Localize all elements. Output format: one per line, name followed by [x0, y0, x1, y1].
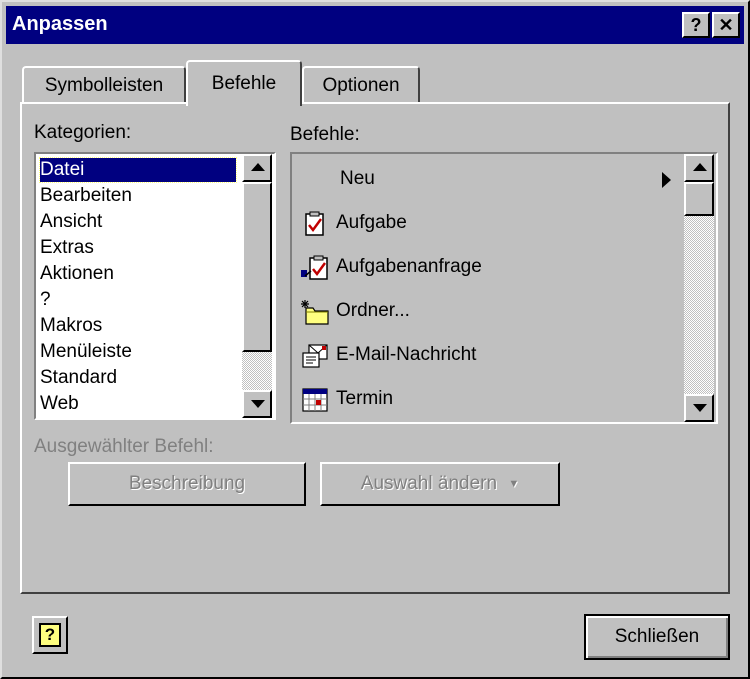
selected-command-label: Ausgewählter Befehl:: [34, 436, 214, 457]
command-item-aufgabe[interactable]: Aufgabe: [298, 204, 678, 244]
command-item-neu[interactable]: Neu: [298, 160, 678, 200]
close-dialog-button-label: Schließen: [614, 626, 700, 647]
command-label: Neu: [340, 168, 375, 189]
command-item-aufgabenanfrage[interactable]: Aufgabenanfrage: [298, 248, 678, 288]
window-title: Anpassen: [12, 13, 108, 35]
customize-dialog: Anpassen ? ✕ Symbolleisten Optionen Befe…: [0, 0, 750, 679]
list-item[interactable]: Ansicht: [40, 210, 102, 234]
command-item-termin[interactable]: Termin: [298, 380, 678, 420]
close-dialog-button[interactable]: Schließen: [584, 614, 730, 660]
commands-label: Befehle:: [290, 124, 360, 145]
chevron-down-icon: ▼: [508, 478, 520, 490]
calendar-icon: [302, 388, 328, 412]
close-button[interactable]: ✕: [712, 12, 740, 38]
tab-symbolleisten-label: Symbolleisten: [44, 75, 164, 96]
command-item-ordner[interactable]: Ordner...: [298, 292, 678, 332]
command-label: Aufgabe: [336, 212, 407, 233]
list-item[interactable]: Makros: [40, 314, 102, 338]
categories-scroll-up-button[interactable]: [242, 154, 272, 182]
list-item[interactable]: Web: [40, 392, 79, 416]
tab-befehle-label: Befehle: [211, 73, 277, 94]
description-button-label: Beschreibung: [128, 473, 246, 494]
help-icon: ?: [39, 623, 61, 647]
list-item[interactable]: Bearbeiten: [40, 184, 132, 208]
command-label: E-Mail-Nachricht: [336, 344, 477, 365]
list-item[interactable]: ?: [40, 288, 51, 312]
arrow-down-icon: [251, 400, 265, 408]
tab-befehle[interactable]: Befehle: [186, 60, 302, 106]
close-icon: ✕: [718, 15, 734, 35]
list-item[interactable]: Extras: [40, 236, 94, 260]
command-label: Termin: [336, 388, 394, 409]
list-item[interactable]: Menüleiste: [40, 340, 132, 364]
list-item[interactable]: Aktionen: [40, 262, 114, 286]
tab-optionen[interactable]: Optionen: [302, 66, 420, 104]
new-folder-icon: [301, 300, 329, 325]
command-item-email[interactable]: E-Mail-Nachricht: [298, 336, 678, 376]
modify-selection-button[interactable]: Auswahl ändern ▼: [320, 462, 560, 506]
list-item[interactable]: Standard: [40, 366, 117, 390]
arrow-up-icon: [693, 163, 707, 171]
commands-scroll-down-button[interactable]: [684, 394, 714, 422]
arrow-down-icon: [693, 404, 707, 412]
commands-scroll-up-button[interactable]: [684, 154, 714, 182]
title-bar[interactable]: Anpassen ? ✕: [6, 6, 744, 44]
tab-symbolleisten[interactable]: Symbolleisten: [22, 66, 186, 104]
categories-listbox[interactable]: Datei Bearbeiten Ansicht Extras Aktionen…: [34, 152, 276, 420]
list-item[interactable]: Datei: [39, 157, 237, 183]
task-icon: [305, 211, 324, 236]
submenu-arrow-icon: [662, 172, 671, 188]
tab-optionen-label: Optionen: [322, 75, 400, 96]
mail-message-icon: [302, 344, 328, 368]
command-label: Aufgabenanfrage: [336, 256, 482, 277]
categories-scroll-thumb[interactable]: [242, 182, 272, 352]
description-button[interactable]: Beschreibung: [68, 462, 306, 506]
help-assistant-button[interactable]: ?: [32, 616, 68, 654]
arrow-up-icon: [251, 163, 265, 171]
commands-scroll-thumb[interactable]: [684, 182, 714, 216]
question-mark-icon: ?: [690, 15, 702, 35]
commands-listbox[interactable]: Neu Aufgabe Aufgabenanfrage Ordner... E-…: [290, 152, 718, 424]
modify-selection-button-label: Auswahl ändern: [360, 473, 498, 495]
categories-label: Kategorien:: [34, 122, 132, 143]
command-label: Ordner...: [336, 300, 410, 321]
task-request-icon: [301, 255, 328, 280]
help-button[interactable]: ?: [682, 12, 710, 38]
categories-scroll-down-button[interactable]: [242, 390, 272, 418]
